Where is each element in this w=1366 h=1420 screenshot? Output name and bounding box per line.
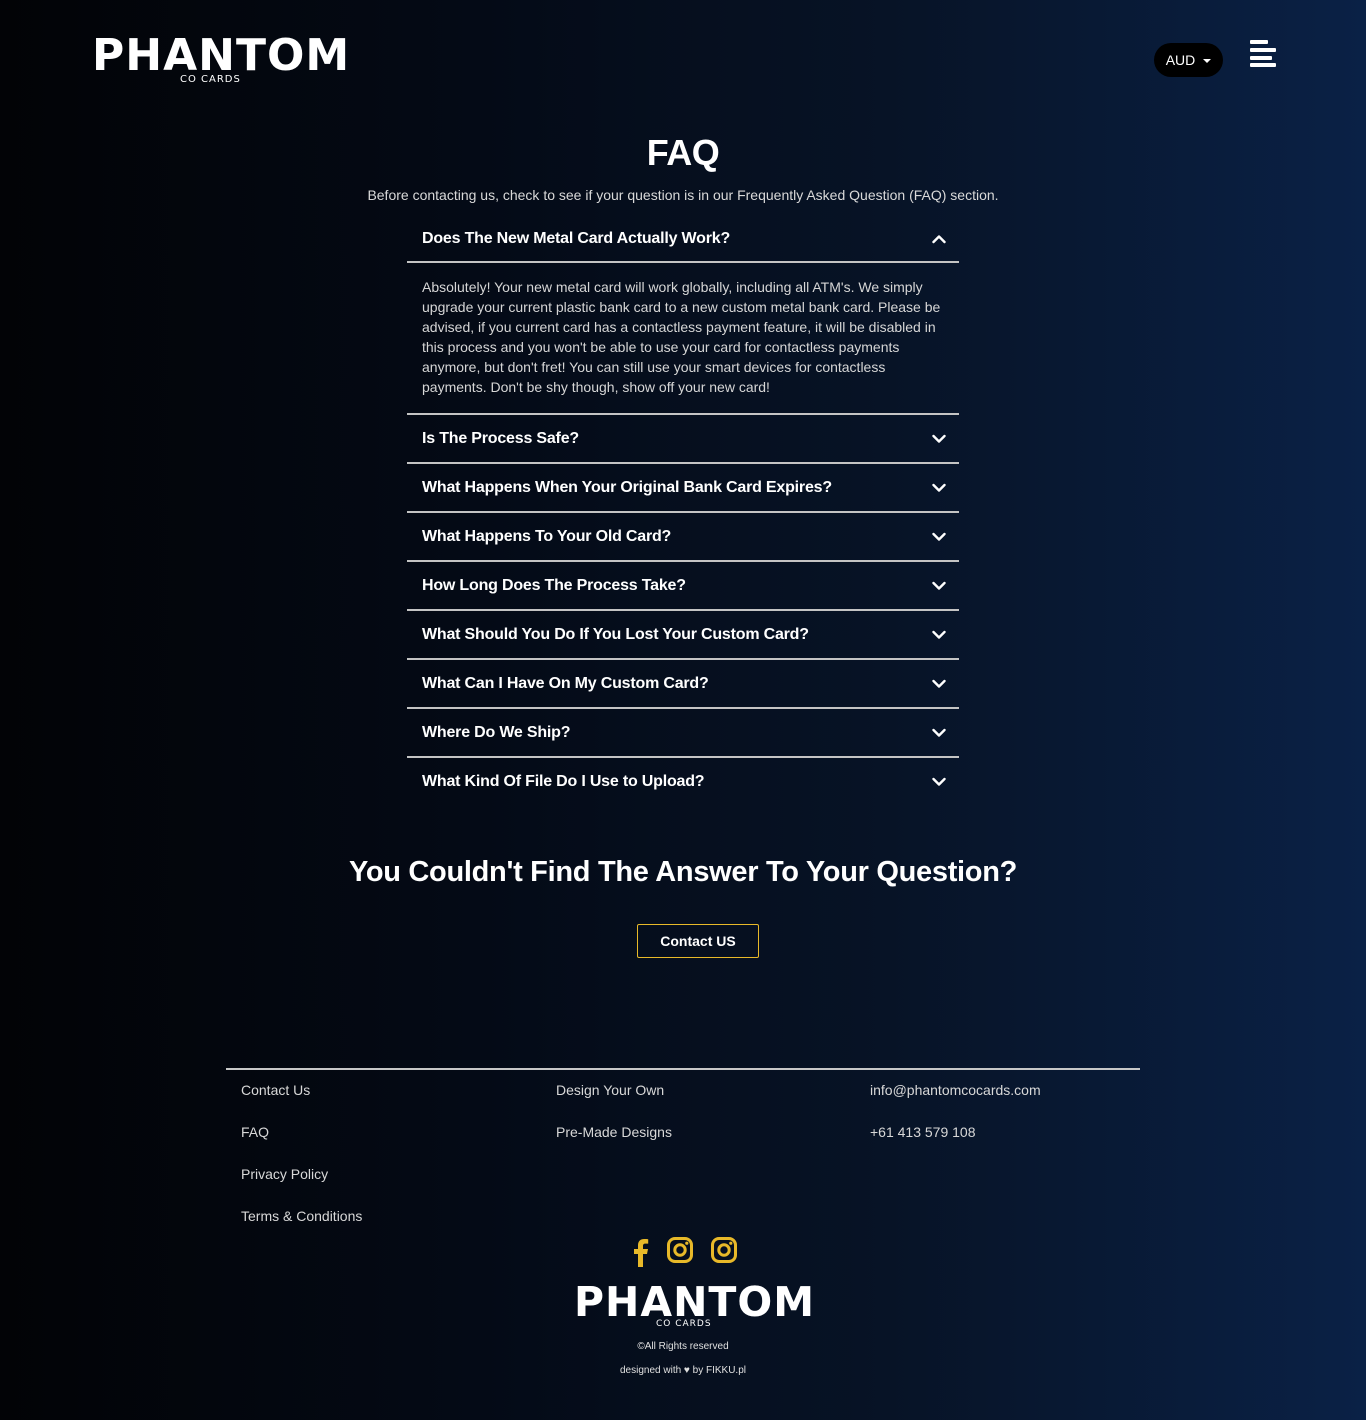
faq-item: Where Do We Ship?: [407, 709, 959, 758]
faq-item: What Should You Do If You Lost Your Cust…: [407, 611, 959, 660]
faq-question-text: Is The Process Safe?: [422, 429, 579, 447]
instagram-icon[interactable]: [710, 1236, 738, 1264]
footer-link-faq[interactable]: FAQ: [241, 1122, 362, 1164]
footer-link-terms[interactable]: Terms & Conditions: [241, 1206, 362, 1248]
faq-item: Is The Process Safe?: [407, 415, 959, 464]
chevron-down-icon: [932, 434, 946, 443]
facebook-icon[interactable]: [630, 1236, 650, 1268]
footer-column-pages: Contact Us FAQ Privacy Policy Terms & Co…: [241, 1080, 362, 1248]
currency-dropdown[interactable]: AUD: [1154, 43, 1223, 77]
footer-logo-wordmark: PHANTOM: [574, 1278, 816, 1326]
faq-item: What Happens When Your Original Bank Car…: [407, 464, 959, 513]
caret-down-icon: [1203, 58, 1212, 63]
faq-question-text: Where Do We Ship?: [422, 723, 571, 741]
faq-question-text: How Long Does The Process Take?: [422, 576, 686, 594]
cta-heading: You Couldn't Find The Answer To Your Que…: [348, 856, 1018, 888]
footer-phone-link[interactable]: +61 413 579 108: [870, 1122, 1041, 1164]
faq-question-toggle[interactable]: What Kind Of File Do I Use to Upload?: [407, 758, 959, 805]
logo-wordmark: PHANTOM: [92, 30, 351, 81]
chevron-down-icon: [932, 679, 946, 688]
faq-question-toggle[interactable]: What Happens When Your Original Bank Car…: [407, 464, 959, 511]
designer-credit: designed with ♥ by FIKKU.pl: [620, 1365, 746, 1376]
faq-question-toggle[interactable]: What Should You Do If You Lost Your Cust…: [407, 611, 959, 658]
faq-item: What Happens To Your Old Card?: [407, 513, 959, 562]
chevron-down-icon: [932, 532, 946, 541]
instagram-icon[interactable]: [666, 1236, 694, 1264]
chevron-down-icon: [932, 777, 946, 786]
chevron-down-icon: [932, 728, 946, 737]
page-title: FAQ: [646, 132, 720, 173]
footer-link-contact[interactable]: Contact Us: [241, 1080, 362, 1122]
faq-question-toggle[interactable]: Is The Process Safe?: [407, 415, 959, 462]
faq-question-text: What Kind Of File Do I Use to Upload?: [422, 772, 705, 790]
contact-us-button[interactable]: Contact US: [637, 924, 759, 958]
phantom-logo[interactable]: PHANTOM CO CARDS: [92, 30, 351, 88]
faq-question-toggle[interactable]: What Happens To Your Old Card?: [407, 513, 959, 560]
hamburger-menu-icon[interactable]: [1250, 40, 1278, 68]
chevron-down-icon: [932, 581, 946, 590]
footer-column-contact: info@phantomcocards.com +61 413 579 108: [870, 1080, 1041, 1164]
chevron-down-icon: [932, 483, 946, 492]
page-subtitle: Before contacting us, check to see if yo…: [367, 187, 999, 203]
logo-subtitle: CO CARDS: [180, 74, 241, 85]
footer-email-link[interactable]: info@phantomcocards.com: [870, 1080, 1041, 1122]
faq-answer: Absolutely! Your new metal card will wor…: [422, 279, 941, 395]
footer-divider: [226, 1068, 1140, 1070]
faq-question-text: What Should You Do If You Lost Your Cust…: [422, 625, 809, 643]
chevron-up-icon: [932, 234, 946, 243]
footer-link-design-your-own[interactable]: Design Your Own: [556, 1080, 672, 1122]
footer-link-privacy[interactable]: Privacy Policy: [241, 1164, 362, 1206]
faq-accordion: Does The New Metal Card Actually Work? A…: [407, 216, 959, 805]
faq-question-text: What Happens When Your Original Bank Car…: [422, 478, 832, 496]
faq-item: Does The New Metal Card Actually Work? A…: [407, 216, 959, 415]
faq-item: What Can I Have On My Custom Card?: [407, 660, 959, 709]
footer-column-designs: Design Your Own Pre-Made Designs: [556, 1080, 672, 1164]
currency-value: AUD: [1165, 52, 1196, 68]
faq-question-text: What Can I Have On My Custom Card?: [422, 674, 709, 692]
copyright-text: ©All Rights reserved: [637, 1341, 729, 1352]
faq-question-toggle[interactable]: What Can I Have On My Custom Card?: [407, 660, 959, 707]
faq-question-text: Does The New Metal Card Actually Work?: [422, 229, 731, 247]
footer-link-premade-designs[interactable]: Pre-Made Designs: [556, 1122, 672, 1164]
faq-item: How Long Does The Process Take?: [407, 562, 959, 611]
faq-question-toggle[interactable]: Does The New Metal Card Actually Work?: [407, 216, 959, 263]
site-header: PHANTOM CO CARDS AUD: [0, 0, 1366, 110]
faq-question-toggle[interactable]: How Long Does The Process Take?: [407, 562, 959, 609]
footer-logo-subtitle: CO CARDS: [656, 1319, 712, 1329]
faq-question-toggle[interactable]: Where Do We Ship?: [407, 709, 959, 756]
faq-item: What Kind Of File Do I Use to Upload?: [407, 758, 959, 805]
social-links: [628, 1236, 740, 1268]
chevron-down-icon: [932, 630, 946, 639]
footer-logo: PHANTOM CO CARDS: [574, 1278, 816, 1332]
faq-question-text: What Happens To Your Old Card?: [422, 527, 672, 545]
